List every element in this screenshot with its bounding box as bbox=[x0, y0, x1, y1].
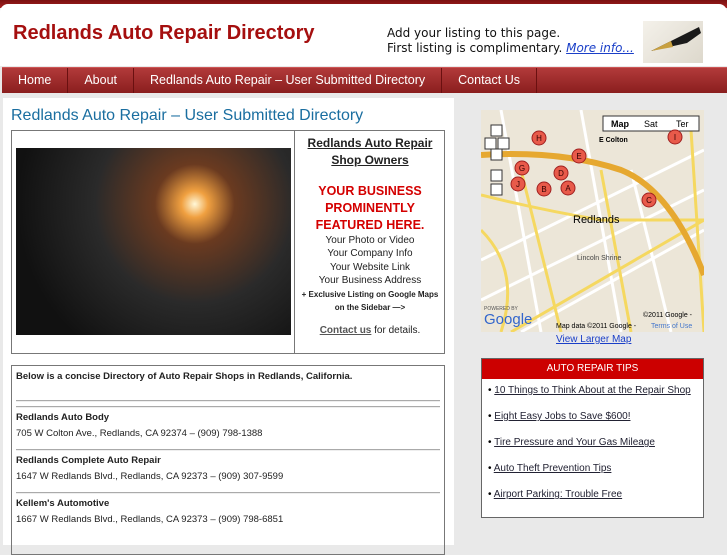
map-type-ter: Ter bbox=[676, 119, 689, 129]
tip-item: • Airport Parking: Trouble Free bbox=[488, 489, 623, 500]
view-larger-map-link[interactable]: View Larger Map bbox=[556, 334, 631, 345]
map-marker-label: C bbox=[646, 196, 652, 205]
main-content: Redlands Auto Repair – User Submitted Di… bbox=[3, 98, 454, 555]
map-marker-label: I bbox=[674, 133, 676, 142]
list-item: Redlands Complete Auto Repair 1647 W Redl… bbox=[16, 451, 440, 492]
shop-address: 705 W Colton Ave., Redlands, CA 92374 – … bbox=[16, 428, 263, 439]
google-map[interactable]: Map Sat Ter Redlands Lincoln Shrine E Co… bbox=[481, 110, 704, 332]
nav-contact[interactable]: Contact Us bbox=[442, 68, 537, 93]
ad-red-1: YOUR BUSINESS bbox=[318, 184, 422, 198]
tip-item: • Eight Easy Jobs to Save $600! bbox=[488, 411, 631, 422]
map-data: Map data ©2011 Google - bbox=[556, 322, 637, 330]
nav-home[interactable]: Home bbox=[2, 68, 69, 93]
promo-line1: Add your listing to this page. bbox=[387, 26, 561, 40]
ad-line: Your Business Address bbox=[318, 275, 422, 287]
ad-heading: Redlands Auto Repair bbox=[307, 136, 433, 150]
ad-heading-2: Shop Owners bbox=[331, 153, 409, 167]
tip-link[interactable]: Tire Pressure and Your Gas Mileage bbox=[494, 437, 655, 448]
map-label: Lincoln Shrine bbox=[577, 255, 621, 262]
tip-item: • 10 Things to Think About at the Repair… bbox=[488, 385, 691, 396]
nav-about[interactable]: About bbox=[68, 68, 135, 93]
map-type-buttons: Map Sat Ter bbox=[602, 115, 700, 132]
directory-intro: Below is a concise Directory of Auto Rep… bbox=[16, 371, 353, 382]
ad-exclusive-2: on the Sidebar —> bbox=[334, 302, 406, 312]
feature-ad: Redlands Auto Repair Shop Owners YOUR BU… bbox=[294, 131, 445, 353]
tip-item: • Auto Theft Prevention Tips bbox=[488, 463, 612, 474]
ad-exclusive: + Exclusive Listing on Google Maps bbox=[301, 289, 439, 299]
map-label: E Colton bbox=[599, 137, 628, 144]
map-type-sat: Sat bbox=[644, 119, 658, 129]
map-city-label: Redlands bbox=[573, 214, 620, 226]
map-marker-label: D bbox=[558, 169, 564, 178]
main-nav: Home About Redlands Auto Repair – User S… bbox=[2, 67, 727, 93]
list-item: Redlands Auto Body 705 W Colton Ave., Red… bbox=[16, 408, 440, 449]
ad-line: Your Company Info bbox=[327, 248, 413, 260]
map-marker-label: B bbox=[541, 185, 546, 194]
list-item: Kellem's Automotive 1667 W Redlands Blvd.… bbox=[16, 494, 440, 535]
promo-line2: First listing is complimentary. bbox=[387, 41, 563, 55]
ad-red-3: FEATURED HERE. bbox=[315, 218, 425, 232]
directory: Below is a concise Directory of Auto Rep… bbox=[11, 365, 445, 555]
map-marker-label: H bbox=[536, 134, 542, 143]
feature-box: Redlands Auto Repair Shop Owners YOUR BU… bbox=[11, 130, 445, 354]
shop-address: 1647 W Redlands Blvd., Redlands, CA 9237… bbox=[16, 471, 284, 482]
google-logo: Google bbox=[484, 311, 532, 328]
tip-link[interactable]: Auto Theft Prevention Tips bbox=[494, 463, 612, 474]
map-marker-label: G bbox=[519, 164, 525, 173]
tip-link[interactable]: Eight Easy Jobs to Save $600! bbox=[494, 411, 630, 422]
shop-name: Redlands Auto Body bbox=[16, 412, 110, 423]
fountain-pen-image bbox=[643, 21, 703, 63]
ad-line: Your Photo or Video bbox=[325, 235, 415, 246]
tips-title: AUTO REPAIR TIPS bbox=[482, 359, 703, 379]
map-marker-label: A bbox=[565, 184, 571, 193]
welder-photo bbox=[16, 148, 291, 335]
header: Redlands Auto Repair Directory Add your … bbox=[0, 4, 727, 66]
ad-line: Your Website Link bbox=[329, 261, 411, 273]
map-marker-label: E bbox=[576, 152, 581, 161]
nav-directory[interactable]: Redlands Auto Repair – User Submitted Di… bbox=[134, 68, 443, 93]
shop-name: Kellem's Automotive bbox=[16, 498, 110, 509]
shop-name: Redlands Complete Auto Repair bbox=[16, 455, 161, 466]
terms-of-use-link: Terms of Use bbox=[651, 323, 692, 330]
tip-item: • Tire Pressure and Your Gas Mileage bbox=[488, 437, 655, 448]
contact-rest: for details. bbox=[371, 324, 421, 336]
more-info-link[interactable]: More info... bbox=[566, 41, 634, 55]
map-marker-label: J bbox=[516, 180, 520, 189]
page-title: Redlands Auto Repair – User Submitted Di… bbox=[11, 107, 364, 124]
tips-box: AUTO REPAIR TIPS • 10 Things to Think Ab… bbox=[481, 358, 704, 518]
contact-us-link[interactable]: Contact us bbox=[320, 325, 372, 336]
map-type-map: Map bbox=[611, 119, 630, 129]
ad-red-2: PROMINENTLY bbox=[325, 201, 415, 215]
promo: Add your listing to this page. First lis… bbox=[387, 26, 634, 56]
map-copyright: ©2011 Google - bbox=[643, 311, 693, 319]
tip-link[interactable]: 10 Things to Think About at the Repair S… bbox=[494, 385, 690, 396]
site-title[interactable]: Redlands Auto Repair Directory bbox=[13, 22, 315, 45]
shop-address: 1667 W Redlands Blvd., Redlands, CA 9237… bbox=[16, 514, 284, 525]
tip-link[interactable]: Airport Parking: Trouble Free bbox=[494, 489, 622, 500]
